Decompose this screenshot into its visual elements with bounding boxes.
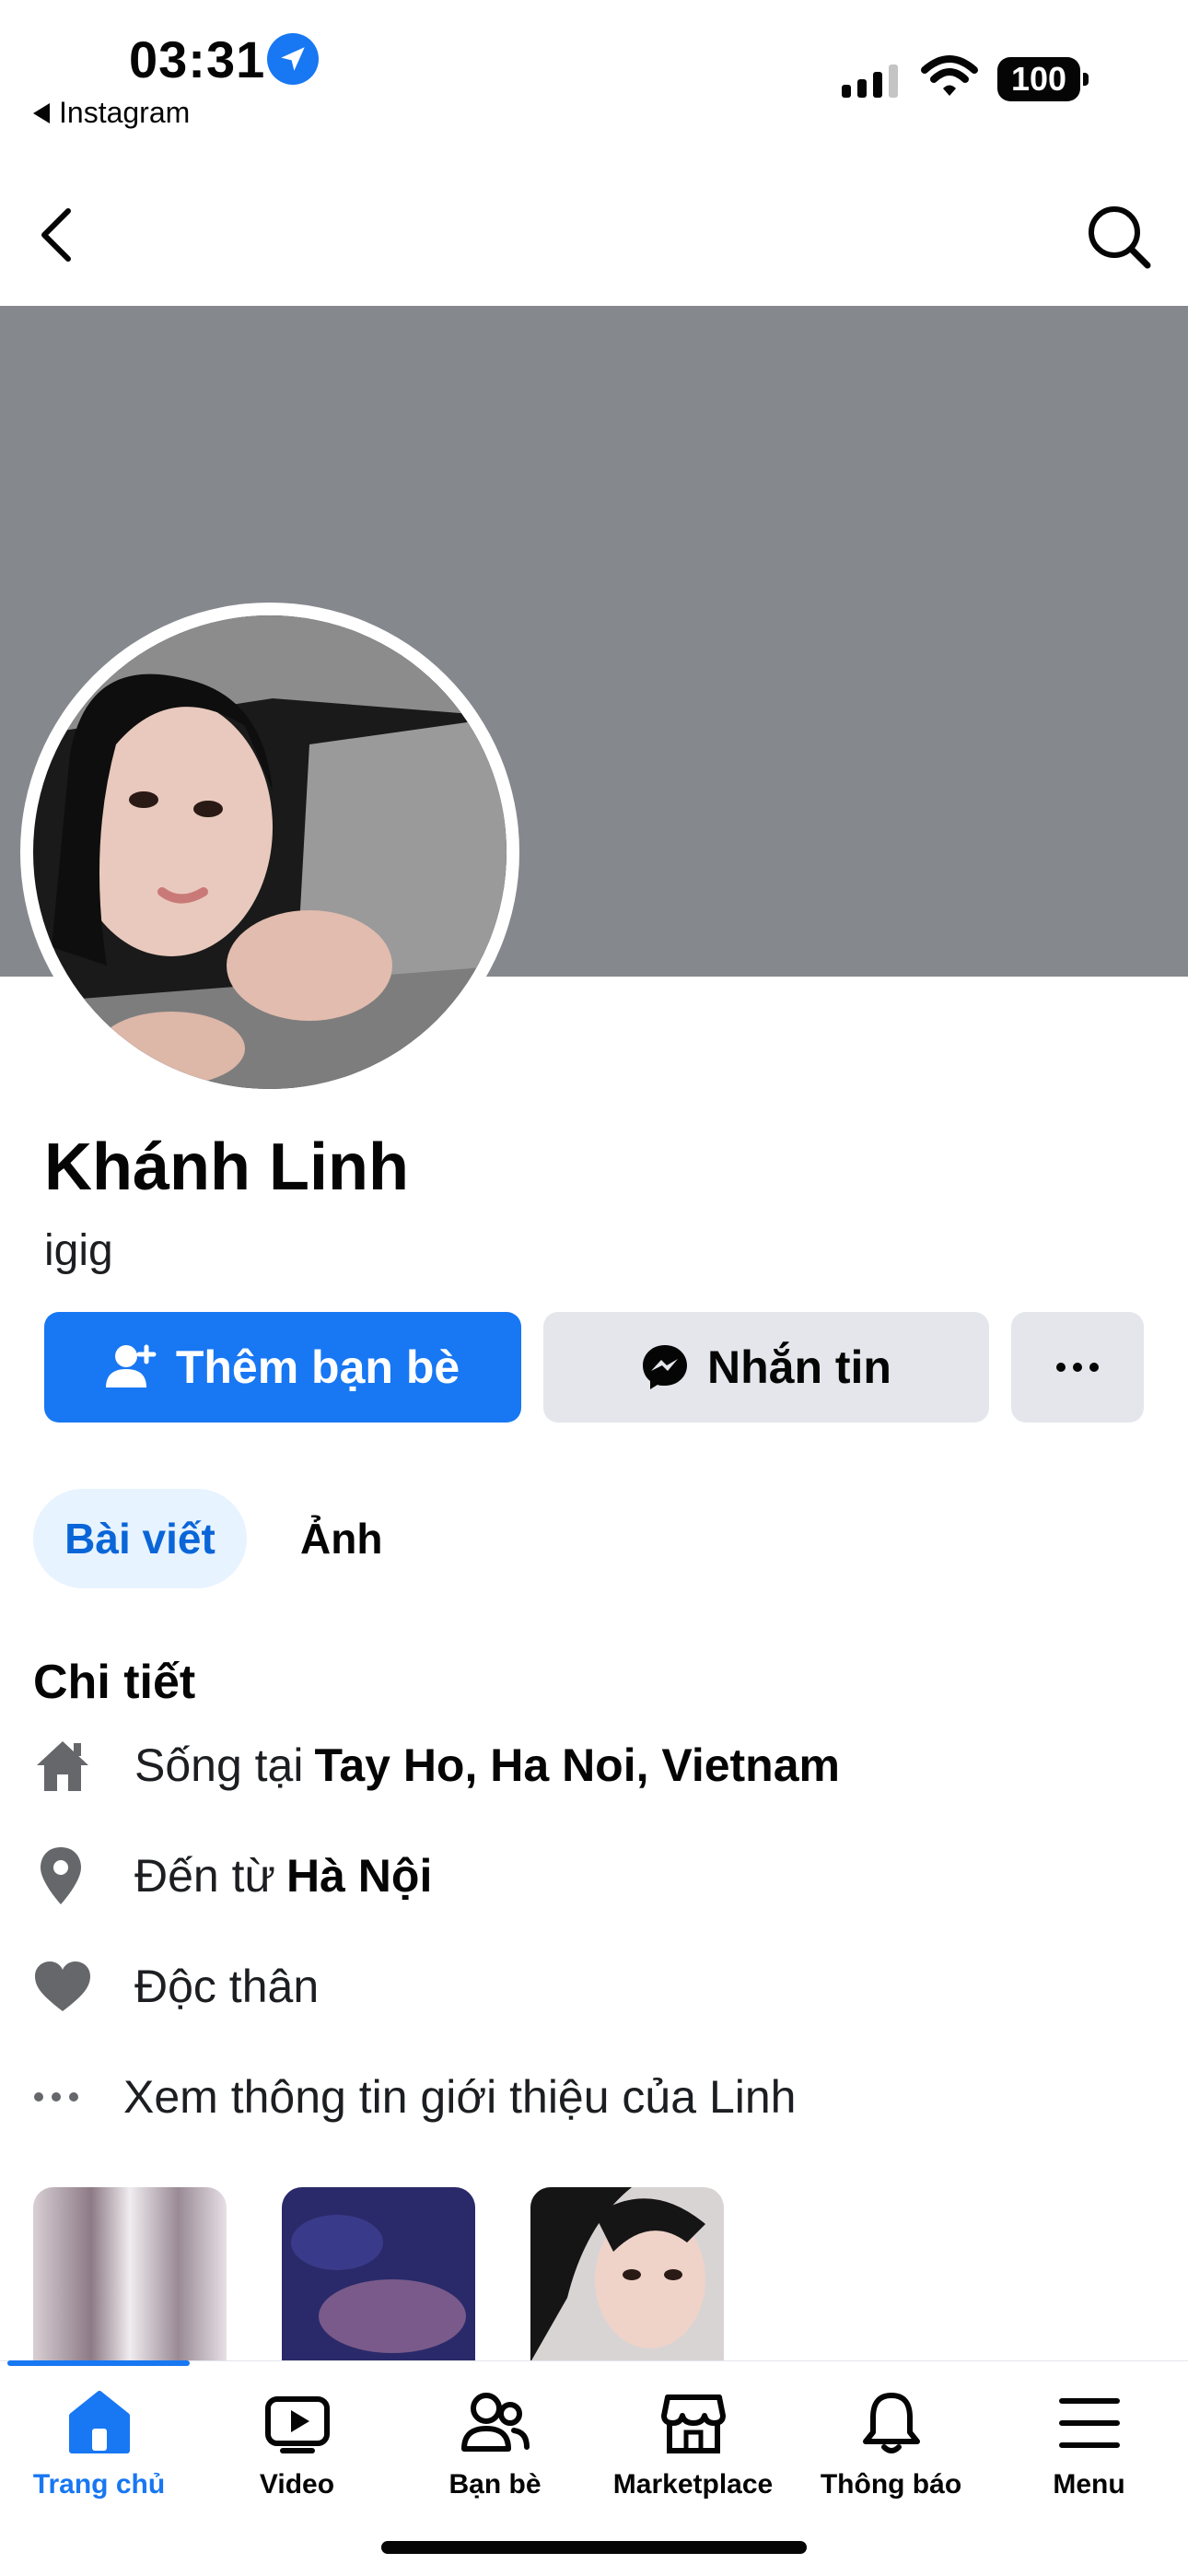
video-icon [261,2386,334,2460]
bottom-tab-label: Video [259,2469,335,2500]
battery-indicator: 100 [997,57,1089,101]
detail-lives-in: Sống tại Tay Ho, Ha Noi, Vietnam [33,1732,840,1798]
from-value[interactable]: Hà Nội [286,1849,432,1903]
bottom-tab-label: Bạn bè [448,2469,542,2500]
bottom-tab-friends[interactable]: Bạn bè [396,2386,594,2500]
tab-posts[interactable]: Bài viết [33,1489,247,1588]
detail-relationship: Độc thân [33,1953,319,2020]
bottom-tab-label: Thông báo [820,2469,962,2500]
friends-icon [459,2386,532,2460]
messenger-icon [643,1345,687,1389]
back-button[interactable] [37,201,92,269]
marketplace-icon [657,2386,730,2460]
relationship-status: Độc thân [134,1961,320,2012]
featured-photo[interactable] [282,2187,475,2362]
search-button[interactable] [1085,203,1153,271]
from-prefix: Đến từ [134,1850,275,1902]
status-time: 03:31 [129,30,266,88]
details-title: Chi tiết [33,1656,196,1709]
featured-photos [33,2187,724,2362]
see-intro-label: Xem thông tin giới thiệu của Linh [123,2071,797,2123]
back-triangle-icon [33,102,50,123]
add-friend-button[interactable]: Thêm bạn bè [44,1312,521,1423]
more-options-button[interactable] [1011,1312,1144,1423]
location-arrow-icon [267,33,319,85]
home-indicator[interactable] [381,2541,807,2554]
bottom-tab-label: Menu [1053,2469,1125,2500]
home-icon [33,1732,111,1798]
add-person-icon [105,1344,157,1388]
tab-photos[interactable]: Ảnh [300,1489,382,1588]
profile-subtitle: igig [44,1226,113,1275]
back-app-label: Instagram [59,96,191,129]
bottom-tab-marketplace[interactable]: Marketplace [594,2386,792,2500]
bottom-tab-video[interactable]: Video [198,2386,396,2500]
location-pin-icon [33,1843,111,1909]
wifi-icon [921,55,978,96]
profile-avatar[interactable] [33,615,507,1089]
menu-icon [1053,2386,1126,2460]
lives-in-value[interactable]: Tay Ho, Ha Noi, Vietnam [314,1739,840,1792]
cellular-signal-icon [842,64,898,98]
home-icon [63,2386,136,2460]
bottom-tab-label: Marketplace [612,2469,774,2500]
message-label: Nhắn tin [707,1341,891,1393]
active-tab-indicator [7,2360,190,2366]
chevron-left-icon [41,208,71,262]
bottom-tab-menu[interactable]: Menu [990,2386,1188,2500]
add-friend-label: Thêm bạn bè [175,1341,460,1393]
bell-icon [855,2386,928,2460]
lives-in-prefix: Sống tại [134,1739,304,1791]
more-dots-icon [33,2064,99,2130]
search-icon [1089,206,1151,269]
message-button[interactable]: Nhắn tin [543,1312,989,1423]
back-to-app-link[interactable]: Instagram [33,96,190,130]
bottom-tab-label: Trang chủ [32,2469,166,2500]
bottom-tab-home[interactable]: Trang chủ [0,2386,198,2500]
detail-from: Đến từ Hà Nội [33,1843,432,1909]
featured-photo[interactable] [530,2187,724,2362]
bottom-tab-notifications[interactable]: Thông báo [792,2386,990,2500]
see-intro-link[interactable]: Xem thông tin giới thiệu của Linh [33,2064,796,2130]
more-dots-icon [1056,1363,1099,1372]
featured-photo[interactable] [33,2187,227,2362]
profile-name: Khánh Linh [44,1130,409,1204]
heart-icon [33,1953,111,2020]
